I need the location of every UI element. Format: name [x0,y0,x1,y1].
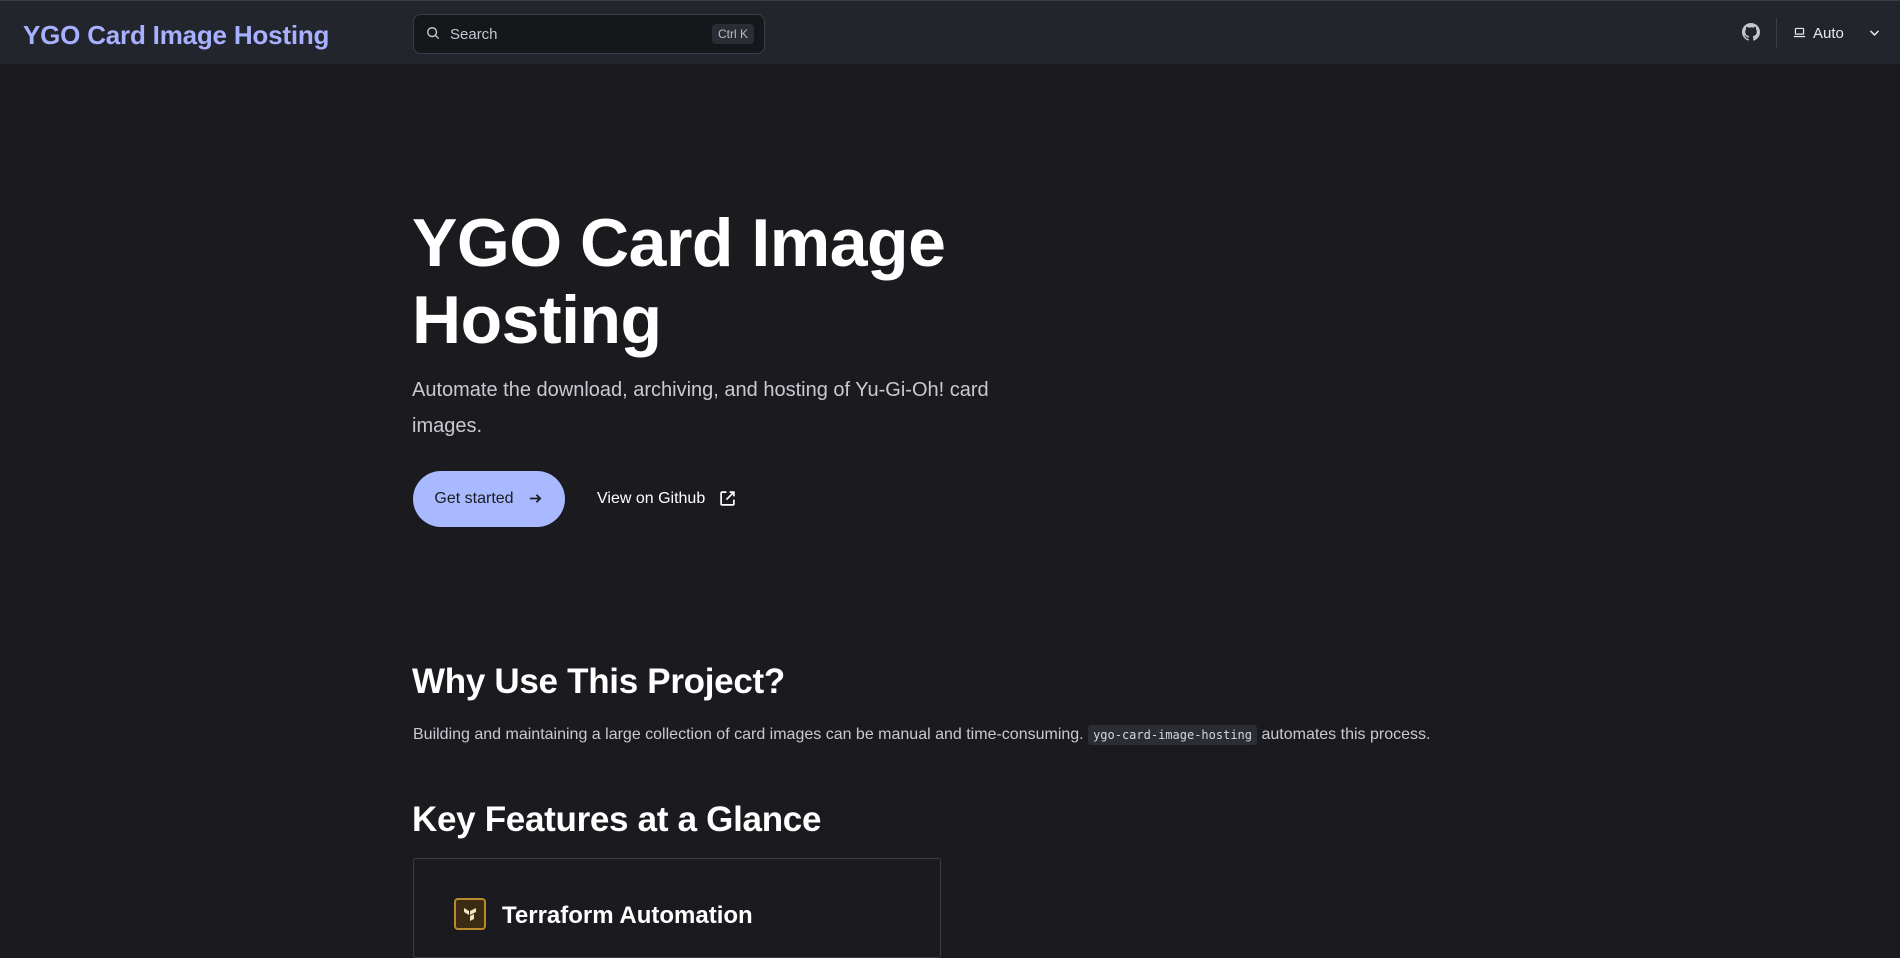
feature-card-title: Terraform Automation [502,902,753,929]
get-started-button[interactable]: Get started [413,471,565,527]
project-name-code: ygo-card-image-hosting [1088,725,1258,745]
features-section-title: Key Features at a Glance [412,800,822,839]
chevron-down-icon [1868,26,1882,40]
search-icon [426,26,442,42]
header-divider [1776,18,1777,48]
site-title[interactable]: YGO Card Image Hosting [23,20,329,51]
feature-card-terraform: Terraform Automation [413,858,941,958]
search-shortcut-badge: Ctrl K [712,24,754,44]
hero-title: YGO Card Image Hosting [412,205,946,358]
hero-tagline: Automate the download, archiving, and ho… [412,379,989,437]
search-placeholder: Search [450,25,498,43]
search-input[interactable]: Search Ctrl K [413,14,765,54]
laptop-icon [1793,26,1807,40]
get-started-label: Get started [434,490,514,507]
external-link-icon [719,490,737,508]
why-section-title: Why Use This Project? [412,662,785,701]
top-navbar: YGO Card Image Hosting Search Ctrl K Aut… [0,0,1900,64]
why-text-after: automates this process. [1261,726,1431,743]
view-on-github-label: View on Github [597,490,706,507]
view-on-github-button[interactable]: View on Github [597,471,737,527]
arrow-right-icon [528,491,544,507]
terraform-icon [454,898,486,930]
theme-switcher[interactable]: Auto [1793,21,1882,45]
github-icon[interactable] [1742,23,1762,43]
theme-label: Auto [1813,24,1844,42]
why-section-text: Building and maintaining a large collect… [413,723,1513,747]
why-text-before: Building and maintaining a large collect… [413,726,1084,743]
